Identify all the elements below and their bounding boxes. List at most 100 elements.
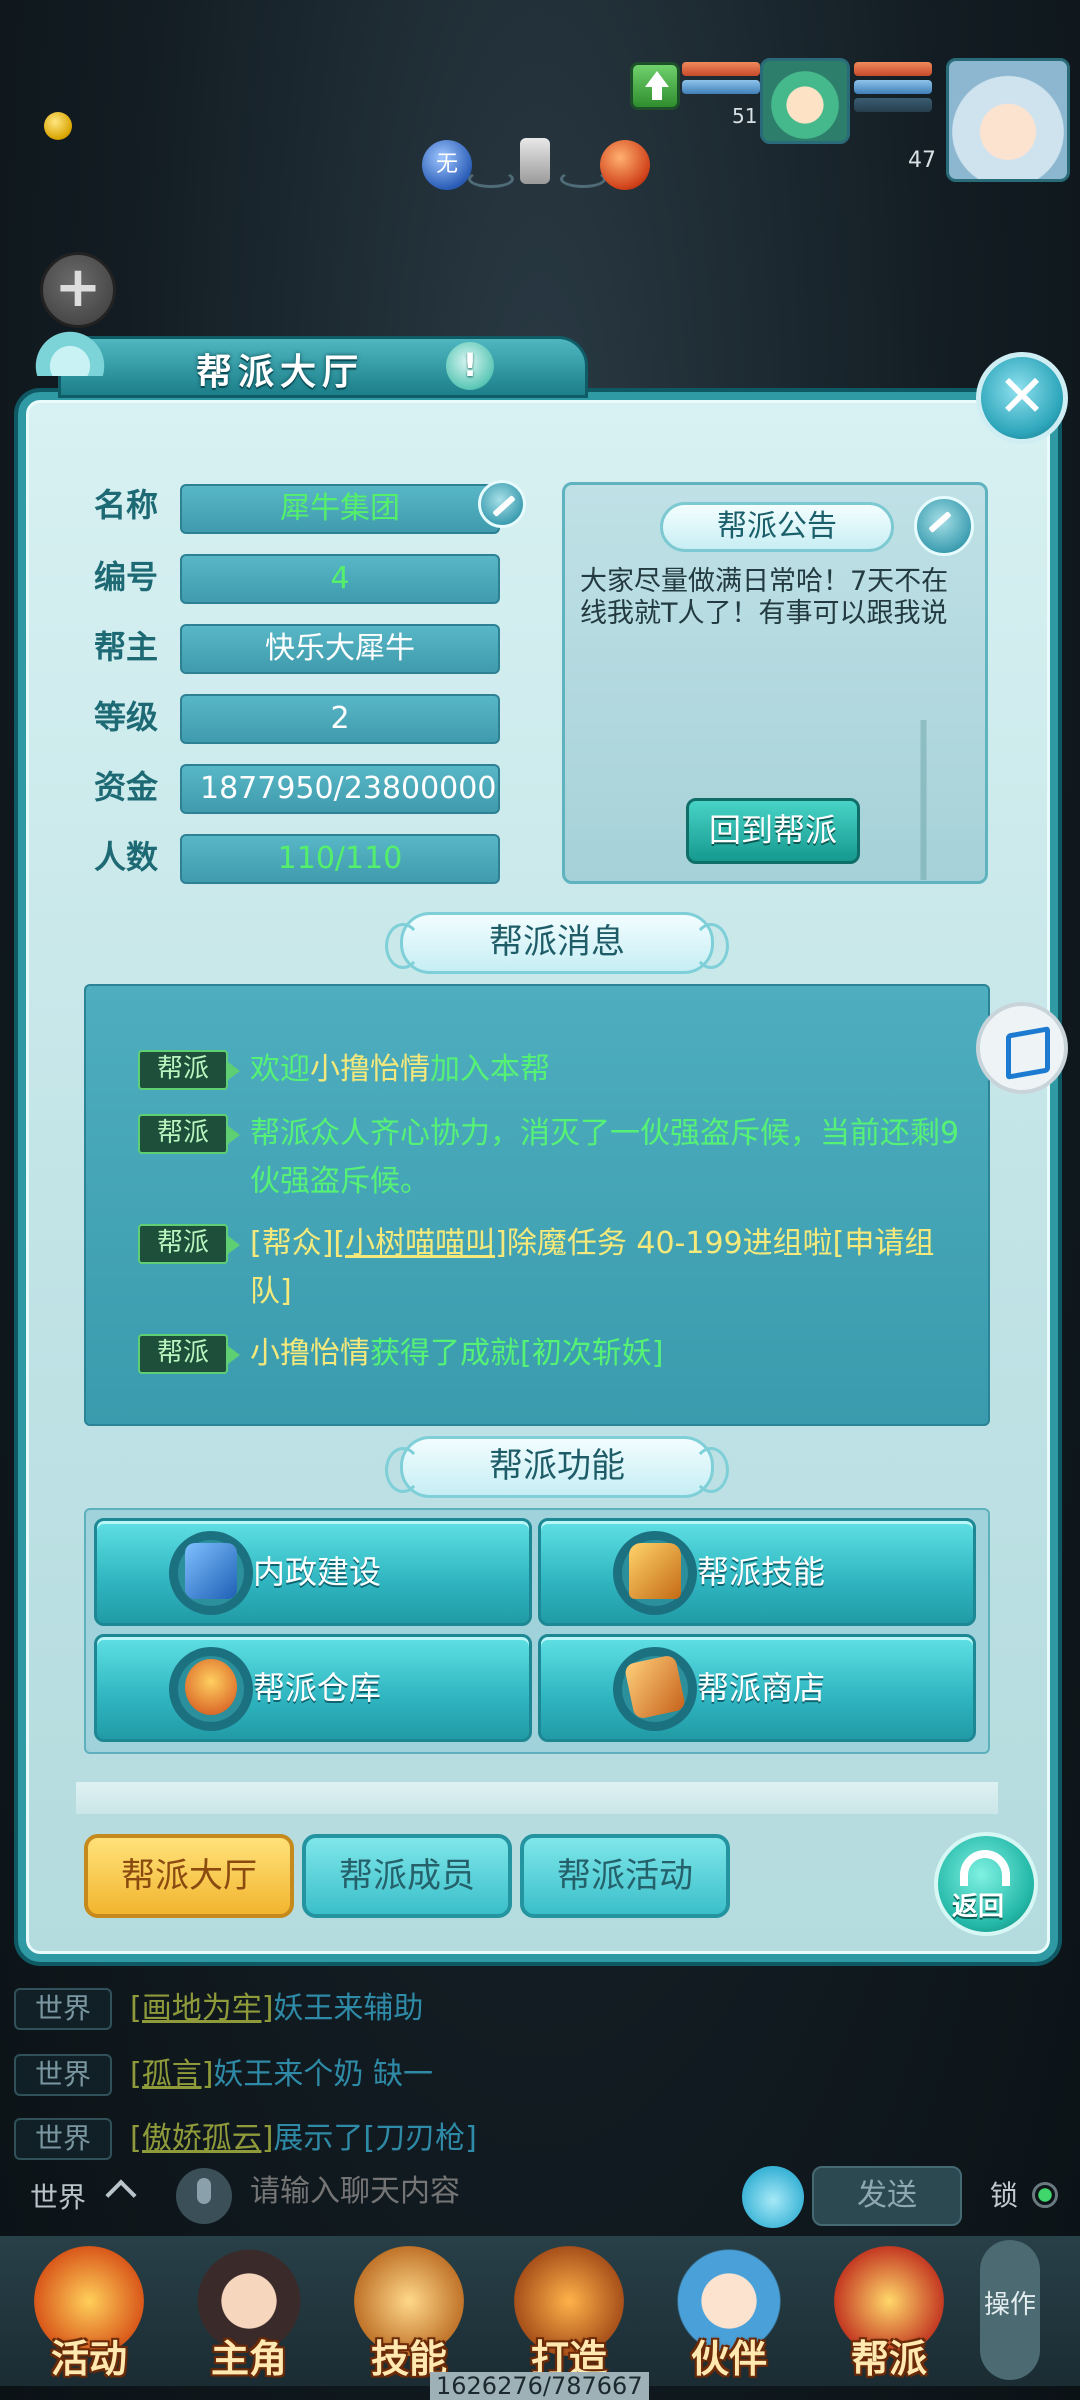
book-icon bbox=[169, 1531, 253, 1615]
return-to-guild-button[interactable]: 回到帮派 bbox=[686, 798, 860, 864]
back-button-label: 返回 bbox=[952, 1892, 1005, 1922]
nav-forge[interactable]: 打造 bbox=[494, 2236, 644, 2386]
lock-toggle[interactable] bbox=[1032, 2182, 1058, 2208]
nav-label: 主角 bbox=[210, 2337, 287, 2381]
functions-section-title: 帮派功能 bbox=[385, 1436, 729, 1498]
nav-skills[interactable]: 技能 bbox=[334, 2236, 484, 2386]
message-tag: 帮派 bbox=[138, 1114, 240, 1154]
label-name: 名称 bbox=[94, 486, 159, 524]
chat-player-name[interactable]: [傲娇孤云] bbox=[130, 2121, 273, 2156]
gold-coin-icon bbox=[44, 112, 72, 140]
chat-line: [傲娇孤云]展示了[刀刃枪] bbox=[130, 2118, 477, 2160]
func-label: 帮派商店 bbox=[697, 1669, 826, 1707]
message-item: 欢迎小撸怡情加入本帮 bbox=[250, 1046, 960, 1094]
tab-guild-activities[interactable]: 帮派活动 bbox=[520, 1834, 730, 1918]
player-name[interactable]: 小撸怡情 bbox=[250, 1336, 370, 1371]
guild-id-field: 4 bbox=[180, 554, 500, 604]
guild-level-field: 2 bbox=[180, 694, 500, 744]
status-buff-icon[interactable]: 无 bbox=[422, 140, 472, 190]
message-text: 加入本帮 bbox=[430, 1052, 550, 1087]
domestic-building-button[interactable]: 内政建设 bbox=[94, 1518, 532, 1626]
weapon-buff-icon[interactable] bbox=[520, 138, 550, 184]
buff-label: 无 bbox=[435, 152, 458, 177]
player-level: 47 bbox=[908, 148, 936, 173]
chat-message: 妖王来个奶 缺一 bbox=[213, 2057, 433, 2092]
send-button[interactable]: 发送 bbox=[812, 2166, 962, 2226]
nav-label: 帮派 bbox=[850, 2337, 927, 2381]
bamboo-decoration bbox=[880, 720, 980, 880]
divider bbox=[76, 1782, 998, 1814]
nav-activities[interactable]: 活动 bbox=[14, 2236, 164, 2386]
emoji-icon[interactable] bbox=[742, 2166, 804, 2228]
treasure-bag-icon bbox=[169, 1647, 253, 1731]
guild-name-field: 犀牛集团 bbox=[180, 484, 500, 534]
notice-title: 帮派公告 bbox=[660, 502, 894, 552]
message-text: 除魔任务 40-199进组啦 bbox=[506, 1226, 833, 1261]
nav-partners[interactable]: 伙伴 bbox=[654, 2236, 804, 2386]
guild-warehouse-button[interactable]: 帮派仓库 bbox=[94, 1634, 532, 1742]
func-label: 帮派技能 bbox=[697, 1553, 826, 1591]
player-name[interactable]: 小撸怡情 bbox=[310, 1052, 430, 1087]
func-label: 帮派仓库 bbox=[253, 1669, 382, 1707]
chat-player-name[interactable]: [孤言] bbox=[130, 2057, 213, 2092]
pet-avatar[interactable] bbox=[760, 58, 850, 144]
player-hp-bar bbox=[854, 62, 932, 76]
guild-funds-field: 1877950/23800000 bbox=[180, 764, 500, 814]
messages-section-title: 帮派消息 bbox=[385, 912, 729, 974]
tab-guild-members[interactable]: 帮派成员 bbox=[302, 1834, 512, 1918]
label-leader: 帮主 bbox=[94, 628, 159, 666]
close-button[interactable]: ✕ bbox=[976, 352, 1068, 444]
player-name[interactable]: [小树喵喵叫] bbox=[333, 1226, 506, 1261]
lock-label: 锁 bbox=[990, 2179, 1019, 2212]
microphone-icon[interactable] bbox=[176, 2168, 232, 2224]
label-id: 编号 bbox=[94, 558, 159, 596]
message-text: 欢迎 bbox=[250, 1052, 310, 1087]
player-xp-bar bbox=[854, 98, 932, 112]
edit-notice-button[interactable] bbox=[914, 496, 974, 556]
edit-name-button[interactable] bbox=[478, 480, 526, 528]
chat-player-name[interactable]: [画地为牢] bbox=[130, 1991, 273, 2026]
chat-channel-tag: 世界 bbox=[14, 2118, 112, 2160]
swirl-decoration bbox=[560, 170, 606, 188]
message-text: [帮众] bbox=[250, 1226, 334, 1261]
help-button[interactable]: ! bbox=[446, 342, 494, 390]
message-tag: 帮派 bbox=[138, 1050, 240, 1090]
chat-message: 展示了[刀刃枪] bbox=[273, 2121, 477, 2156]
player-status-bars bbox=[854, 62, 932, 118]
chat-message: 妖王来辅助 bbox=[273, 1991, 424, 2026]
level-up-arrow-icon[interactable] bbox=[630, 62, 680, 110]
label-members: 人数 bbox=[94, 838, 159, 876]
floating-cube-button[interactable] bbox=[976, 1002, 1068, 1094]
window-title: 帮派大厅 bbox=[196, 352, 365, 393]
operation-toggle[interactable]: 操作 bbox=[980, 2240, 1040, 2380]
chat-input[interactable] bbox=[250, 2174, 730, 2209]
achievement-link[interactable]: [初次斩妖] bbox=[520, 1336, 663, 1371]
swirl-decoration bbox=[468, 170, 514, 188]
treasure-chest-icon bbox=[613, 1531, 697, 1615]
chat-line: [孤言]妖王来个奶 缺一 bbox=[130, 2054, 433, 2096]
pet-hp-bar bbox=[682, 62, 760, 76]
chat-channel-switch[interactable]: 世界 bbox=[30, 2176, 86, 2216]
guild-leader-field: 快乐大犀牛 bbox=[180, 624, 500, 674]
nav-label: 活动 bbox=[50, 2337, 127, 2381]
nav-guild[interactable]: 帮派 bbox=[814, 2236, 964, 2386]
chat-channel-tag: 世界 bbox=[14, 2054, 112, 2096]
guild-skills-button[interactable]: 帮派技能 bbox=[538, 1518, 976, 1626]
tab-guild-hall[interactable]: 帮派大厅 bbox=[84, 1834, 294, 1918]
nav-hero[interactable]: 主角 bbox=[174, 2236, 324, 2386]
player-mp-bar bbox=[854, 80, 932, 94]
message-tag: 帮派 bbox=[138, 1334, 240, 1374]
message-text: 获得了成就 bbox=[370, 1336, 520, 1371]
chat-line: [画地为牢]妖王来辅助 bbox=[130, 1988, 423, 2030]
message-item: [帮众][小树喵喵叫]除魔任务 40-199进组啦[申请组队] bbox=[250, 1220, 960, 1316]
scroll-icon bbox=[613, 1647, 697, 1731]
guild-members-field: 110/110 bbox=[180, 834, 500, 884]
chevron-up-icon[interactable] bbox=[105, 2179, 137, 2211]
player-avatar[interactable] bbox=[946, 58, 1070, 182]
guild-shop-button[interactable]: 帮派商店 bbox=[538, 1634, 976, 1742]
pet-mp-bar bbox=[682, 80, 760, 94]
expand-plus-button[interactable]: + bbox=[40, 252, 116, 328]
pet-level: 51 bbox=[732, 104, 758, 128]
orb-buff-icon[interactable] bbox=[600, 140, 650, 190]
label-funds: 资金 bbox=[94, 768, 159, 806]
